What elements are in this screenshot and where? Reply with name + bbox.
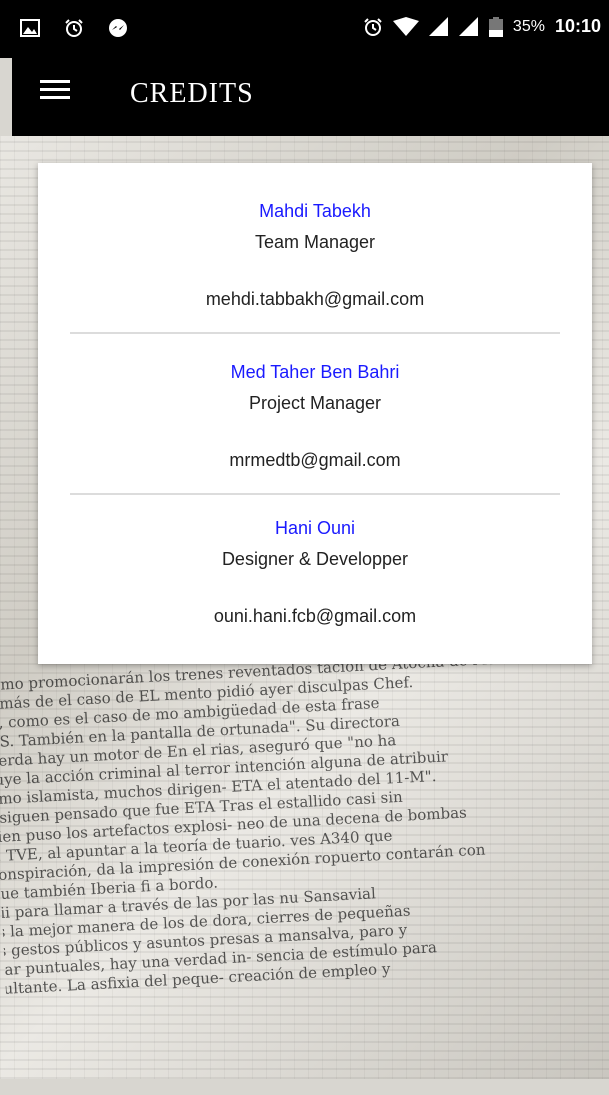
credit-email: ouni.hani.fcb@gmail.com bbox=[213, 606, 417, 626]
signal-icon bbox=[428, 16, 448, 36]
credit-role: Project Manager bbox=[248, 393, 382, 413]
credit-item: Hani Ouni Designer & Developper ouni.han… bbox=[38, 518, 592, 627]
credit-name: Mahdi Tabekh bbox=[259, 201, 371, 221]
credit-email: mehdi.tabbakh@gmail.com bbox=[205, 289, 425, 309]
credit-role: Designer & Developper bbox=[221, 549, 409, 569]
messenger-icon bbox=[109, 19, 127, 37]
wifi-icon bbox=[392, 16, 419, 36]
status-bar: 35% 10:10 bbox=[0, 0, 609, 58]
menu-icon[interactable] bbox=[40, 80, 70, 102]
credit-name: Med Taher Ben Bahri bbox=[230, 362, 400, 382]
alarm-clock-icon bbox=[364, 17, 382, 36]
page-title: CREDITS bbox=[130, 78, 254, 109]
credit-name: Hani Ouni bbox=[274, 518, 356, 538]
credits-card: Mahdi Tabekh Team Manager mehdi.tabbakh@… bbox=[38, 163, 592, 664]
alarm-clock-icon bbox=[65, 19, 83, 37]
divider bbox=[70, 493, 560, 495]
credit-item: Mahdi Tabekh Team Manager mehdi.tabbakh@… bbox=[38, 201, 592, 310]
signal-icon bbox=[458, 16, 478, 36]
battery-percentage: 35% bbox=[512, 17, 545, 35]
credit-role: Team Manager bbox=[254, 232, 376, 252]
background-newspaper-text: Cómo promocionarán los trenes reventados… bbox=[0, 644, 609, 1094]
app-bar: CREDITS bbox=[12, 58, 609, 136]
image-icon bbox=[20, 19, 40, 37]
credit-email: mrmedtb@gmail.com bbox=[229, 450, 401, 470]
divider bbox=[70, 332, 560, 334]
battery-icon bbox=[488, 16, 503, 37]
credit-item: Med Taher Ben Bahri Project Manager mrme… bbox=[38, 362, 592, 471]
clock: 10:10 bbox=[554, 16, 601, 36]
